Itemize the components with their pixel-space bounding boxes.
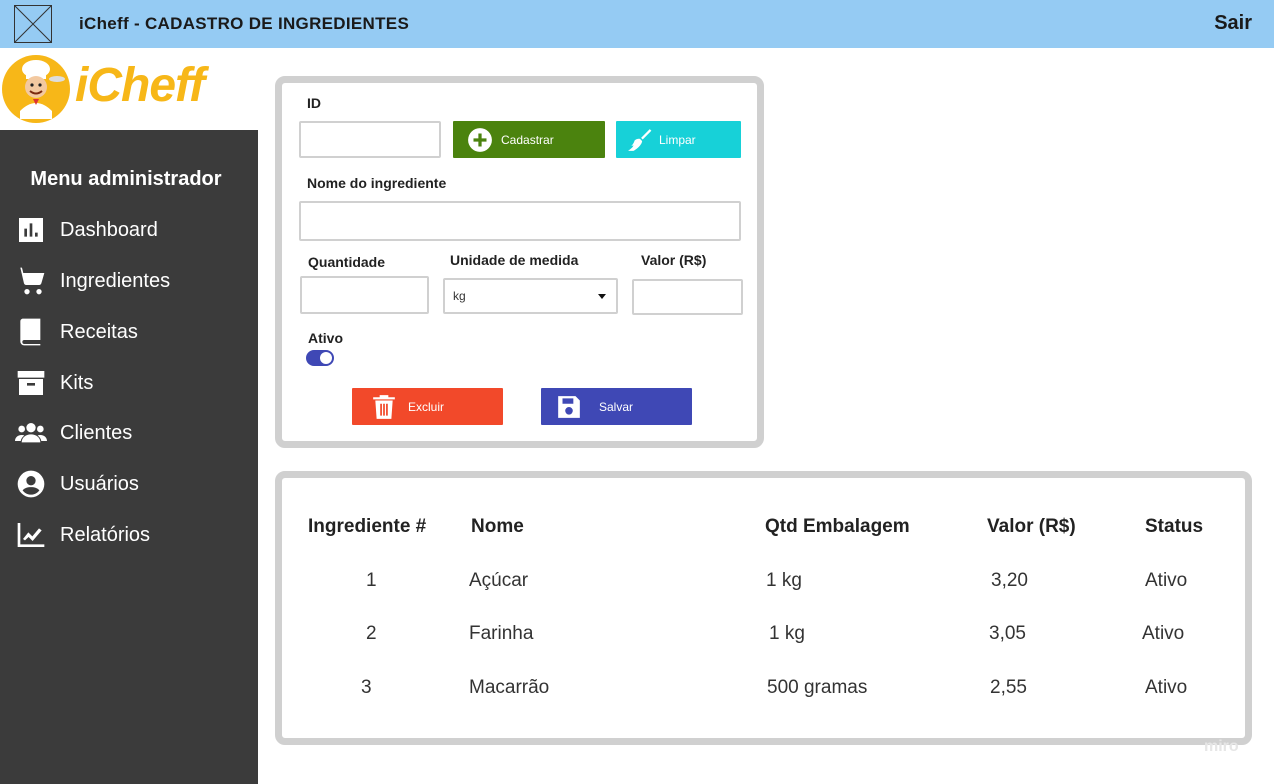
watermark: miro — [1204, 738, 1239, 755]
sidebar-item-label: Usuários — [60, 472, 139, 495]
ativo-toggle[interactable] — [306, 350, 334, 366]
cart-icon — [14, 264, 48, 298]
sidebar-item-receitas[interactable]: Receitas — [14, 315, 250, 349]
trash-icon — [370, 393, 398, 421]
ingredients-table-card — [275, 471, 1252, 745]
column-header: Nome — [471, 516, 524, 537]
cell-status: Ativo — [1142, 623, 1185, 644]
broom-icon — [626, 126, 654, 154]
salvar-label: Salvar — [599, 399, 634, 414]
image-placeholder-icon — [14, 5, 52, 43]
cell-valor: 2,55 — [990, 677, 1027, 698]
cell-nome: Farinha — [469, 623, 534, 644]
sidebar-item-label: Relatórios — [60, 523, 151, 546]
column-header: Qtd Embalagem — [765, 516, 910, 537]
quantidade-input[interactable] — [300, 276, 429, 314]
cell-id: 1 — [366, 570, 377, 591]
cell-status: Ativo — [1145, 677, 1188, 698]
chef-mascot-icon — [2, 55, 70, 123]
valor-input[interactable] — [632, 279, 743, 315]
valor-label: Valor (R$) — [641, 252, 707, 268]
toggle-knob — [320, 352, 332, 364]
book-icon — [14, 315, 48, 349]
id-input[interactable] — [299, 121, 441, 158]
unidade-value: kg — [453, 289, 466, 303]
cell-qtd: 1 kg — [766, 570, 802, 591]
caret-down-icon — [598, 294, 606, 299]
sidebar-item-label: Ingredientes — [60, 269, 171, 292]
column-header: Ingrediente # — [308, 516, 427, 537]
user-circle-icon — [14, 467, 48, 501]
cell-qtd: 1 kg — [769, 623, 805, 644]
page-title: iCheff - CADASTRO DE INGREDIENTES — [79, 14, 410, 33]
column-header: Valor (R$) — [987, 516, 1076, 537]
sidebar-item-relatorios[interactable]: Relatórios — [14, 518, 250, 552]
excluir-label: Excluir — [408, 399, 445, 414]
cell-qtd: 500 gramas — [767, 677, 868, 698]
logout-link[interactable]: Sair — [1214, 12, 1252, 35]
brand-logo: iCheff — [0, 48, 258, 130]
brand-name: iCheff — [75, 59, 205, 112]
column-header: Status — [1145, 516, 1204, 537]
sidebar-item-label: Kits — [60, 371, 94, 394]
plus-circle-icon — [466, 126, 494, 154]
sidebar-item-clientes[interactable]: Clientes — [14, 416, 250, 450]
quantidade-label: Quantidade — [308, 254, 386, 270]
sidebar-item-dashboard[interactable]: Dashboard — [14, 213, 250, 247]
cell-valor: 3,20 — [991, 570, 1028, 591]
unidade-select[interactable]: kg — [443, 278, 618, 314]
users-icon — [14, 416, 48, 450]
nome-label: Nome do ingrediente — [307, 175, 447, 191]
cell-id: 2 — [366, 623, 377, 644]
menu-title: Menu administrador — [30, 168, 222, 190]
excluir-button[interactable]: Excluir — [352, 388, 503, 425]
cell-nome: Macarrão — [469, 677, 550, 698]
floppy-disk-icon — [555, 393, 583, 421]
archive-box-icon — [14, 366, 48, 400]
cadastrar-label: Cadastrar — [501, 132, 554, 147]
sidebar-item-kits[interactable]: Kits — [14, 366, 250, 400]
line-chart-icon — [14, 518, 48, 552]
sidebar: iCheff Menu administrador Dashboard Ingr… — [0, 48, 258, 784]
sidebar-item-ingredientes[interactable]: Ingredientes — [14, 264, 250, 298]
limpar-label: Limpar — [659, 132, 696, 147]
cell-valor: 3,05 — [989, 623, 1026, 644]
ativo-label: Ativo — [308, 330, 343, 346]
cadastrar-button[interactable]: Cadastrar — [453, 121, 605, 158]
unidade-label: Unidade de medida — [450, 252, 579, 268]
top-bar: iCheff - CADASTRO DE INGREDIENTES Sair — [0, 0, 1274, 48]
sidebar-item-label: Dashboard — [60, 218, 158, 241]
nome-input[interactable] — [299, 201, 741, 241]
sidebar-item-usuarios[interactable]: Usuários — [14, 467, 250, 501]
limpar-button[interactable]: Limpar — [616, 121, 741, 158]
id-label: ID — [307, 95, 321, 111]
cell-status: Ativo — [1145, 570, 1188, 591]
salvar-button[interactable]: Salvar — [541, 388, 692, 425]
cell-id: 3 — [361, 677, 372, 698]
cell-nome: Açúcar — [469, 570, 529, 591]
bar-chart-icon — [14, 213, 48, 247]
sidebar-item-label: Clientes — [60, 421, 133, 444]
sidebar-item-label: Receitas — [60, 320, 138, 343]
